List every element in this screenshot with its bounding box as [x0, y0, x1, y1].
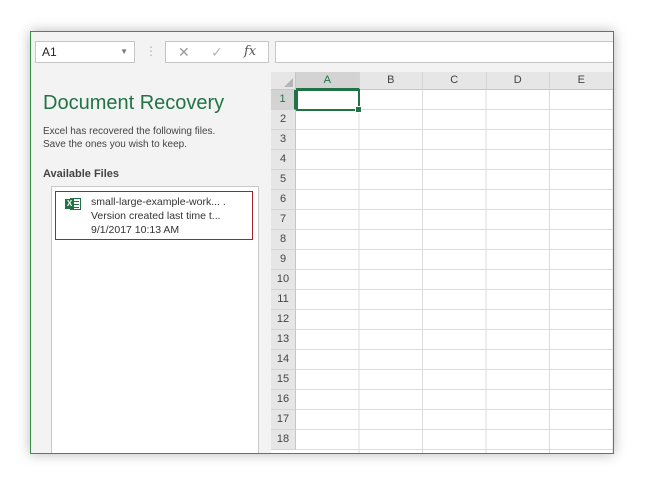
file-list: X small-large-example-work... . Version …	[51, 186, 259, 453]
formula-input[interactable]	[275, 41, 613, 63]
row-header-1[interactable]: 1	[271, 90, 296, 110]
column-header-b[interactable]: B	[359, 72, 423, 90]
row-header-9[interactable]: 9	[271, 250, 296, 270]
name-box-value: A1	[42, 45, 57, 59]
column-header-e[interactable]: E	[550, 72, 613, 90]
document-recovery-pane: Document Recovery Excel has recovered th…	[31, 72, 271, 453]
formula-buttons: ✕ ✓ fx	[165, 41, 269, 63]
row-header-17[interactable]: 17	[271, 410, 296, 430]
formula-bar: A1 ▼ ⋮ ✕ ✓ fx	[31, 32, 613, 72]
active-cell-a1[interactable]	[296, 89, 362, 113]
file-timestamp: 9/1/2017 10:13 AM	[91, 224, 180, 236]
recovered-file-item[interactable]: X small-large-example-work... . Version …	[55, 191, 253, 240]
excel-file-icon: X	[65, 197, 81, 211]
row-header-3[interactable]: 3	[271, 130, 296, 150]
column-header-d[interactable]: D	[486, 72, 550, 90]
insert-function-button[interactable]: fx	[244, 44, 256, 59]
select-all-button[interactable]	[271, 72, 296, 90]
row-header-18[interactable]: 18	[271, 430, 296, 450]
row-header-8[interactable]: 8	[271, 230, 296, 250]
column-header-c[interactable]: C	[423, 72, 487, 90]
row-header-7[interactable]: 7	[271, 210, 296, 230]
row-header-13[interactable]: 13	[271, 330, 296, 350]
pane-description: Excel has recovered the following files.…	[43, 125, 265, 151]
row-header-12[interactable]: 12	[271, 310, 296, 330]
more-options-icon[interactable]: ⋮	[145, 44, 157, 58]
row-header-15[interactable]: 15	[271, 370, 296, 390]
name-box[interactable]: A1 ▼	[35, 41, 135, 63]
row-header-11[interactable]: 11	[271, 290, 296, 310]
checkmark-icon[interactable]: ✓	[211, 44, 223, 61]
row-header-14[interactable]: 14	[271, 350, 296, 370]
available-files-heading: Available Files	[43, 168, 120, 180]
file-version: Version created last time t...	[91, 210, 221, 222]
row-header-16[interactable]: 16	[271, 390, 296, 410]
description-line: Excel has recovered the following files.	[43, 126, 216, 137]
column-header-a[interactable]: A	[296, 72, 360, 90]
pane-title: Document Recovery	[43, 92, 225, 114]
file-name: small-large-example-work... .	[91, 196, 226, 208]
row-header-4[interactable]: 4	[271, 150, 296, 170]
chevron-down-icon[interactable]: ▼	[120, 42, 128, 62]
description-line: Save the ones you wish to keep.	[43, 139, 187, 150]
row-header-6[interactable]: 6	[271, 190, 296, 210]
row-header-10[interactable]: 10	[271, 270, 296, 290]
row-header-5[interactable]: 5	[271, 170, 296, 190]
excel-window: A1 ▼ ⋮ ✕ ✓ fx Document Recovery Excel ha…	[30, 31, 614, 454]
row-header-2[interactable]: 2	[271, 110, 296, 130]
fill-handle[interactable]	[355, 106, 362, 113]
close-icon[interactable]: ✕	[178, 44, 190, 61]
worksheet-grid[interactable]: ABCDE 1 2 3 4 5 6 7 8 9 10 11 12 13 14 15 16 17 18	[271, 72, 613, 453]
cell-area[interactable]	[296, 90, 613, 453]
